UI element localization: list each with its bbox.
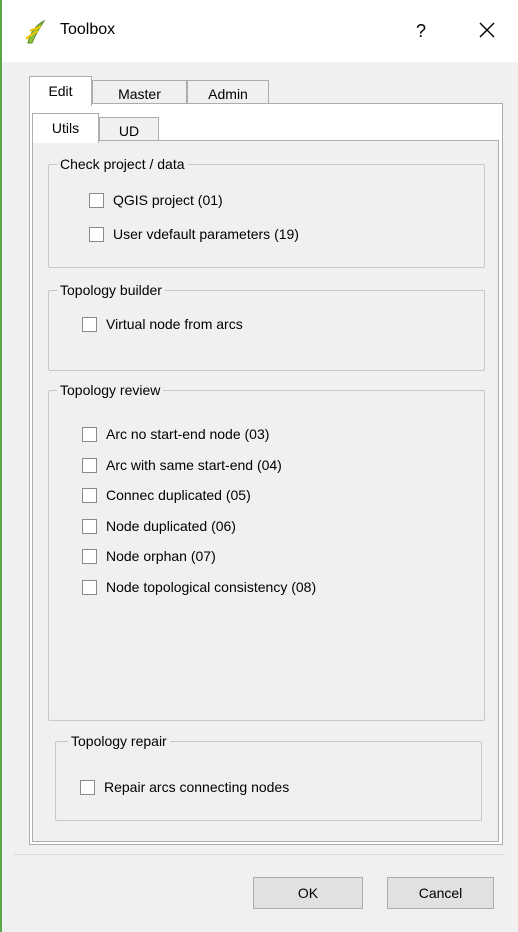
checkbox-node-topological-consistency[interactable]: Node topological consistency (08) bbox=[82, 577, 316, 597]
checkbox-node-duplicated[interactable]: Node duplicated (06) bbox=[82, 516, 236, 536]
checkbox-box[interactable] bbox=[82, 548, 97, 564]
checkbox-box[interactable] bbox=[82, 316, 97, 332]
checkbox-box[interactable] bbox=[89, 192, 104, 208]
checkbox-label: Repair arcs connecting nodes bbox=[104, 779, 290, 795]
group-title: Topology review bbox=[57, 381, 164, 399]
checkbox-box[interactable] bbox=[82, 518, 97, 534]
checkbox-box[interactable] bbox=[89, 226, 104, 242]
checkbox-box[interactable] bbox=[82, 579, 97, 595]
close-icon[interactable] bbox=[472, 15, 502, 45]
group-check-project: Check project / data QGIS project (01) U… bbox=[48, 155, 485, 268]
qgis-icon bbox=[25, 19, 46, 44]
checkbox-box[interactable] bbox=[82, 457, 97, 473]
window-title: Toolbox bbox=[60, 21, 116, 38]
checkbox-box[interactable] bbox=[82, 426, 97, 442]
checkbox-user-vdefault[interactable]: User vdefault parameters (19) bbox=[89, 224, 299, 244]
group-title: Check project / data bbox=[57, 155, 188, 173]
checkbox-arc-same-start-end[interactable]: Arc with same start-end (04) bbox=[82, 455, 282, 475]
checkbox-label: Node topological consistency (08) bbox=[106, 579, 317, 595]
group-topology-builder: Topology builder Virtual node from arcs bbox=[48, 281, 485, 371]
toolbox-dialog: Toolbox ? Edit Master Admin Utils UD Che… bbox=[0, 0, 518, 932]
cancel-button[interactable]: Cancel bbox=[387, 877, 494, 909]
checkbox-label: Node orphan (07) bbox=[106, 548, 216, 564]
checkbox-label: Virtual node from arcs bbox=[106, 316, 243, 332]
group-topology-repair: Topology repair Repair arcs connecting n… bbox=[55, 732, 482, 821]
checkbox-label: QGIS project (01) bbox=[113, 192, 223, 208]
checkbox-label: Connec duplicated (05) bbox=[106, 487, 251, 503]
group-topology-review: Topology review Arc no start-end node (0… bbox=[48, 381, 485, 721]
title-bar[interactable]: Toolbox ? bbox=[2, 0, 518, 62]
bottom-separator bbox=[14, 854, 504, 855]
checkbox-label: Arc no start-end node (03) bbox=[106, 426, 270, 442]
checkbox-box[interactable] bbox=[82, 487, 97, 503]
checkbox-box[interactable] bbox=[80, 779, 95, 795]
checkbox-label: User vdefault parameters (19) bbox=[113, 226, 299, 242]
group-title: Topology builder bbox=[57, 281, 165, 299]
checkbox-label: Arc with same start-end (04) bbox=[106, 457, 282, 473]
checkbox-connec-duplicated[interactable]: Connec duplicated (05) bbox=[82, 485, 251, 505]
help-button[interactable]: ? bbox=[410, 17, 432, 45]
ok-button[interactable]: OK bbox=[253, 877, 363, 909]
tab-utils[interactable]: Utils bbox=[32, 113, 99, 143]
group-title: Topology repair bbox=[68, 732, 170, 750]
checkbox-label: Node duplicated (06) bbox=[106, 518, 236, 534]
tab-edit[interactable]: Edit bbox=[29, 76, 92, 106]
checkbox-repair-arcs[interactable]: Repair arcs connecting nodes bbox=[80, 777, 289, 797]
checkbox-virtual-node[interactable]: Virtual node from arcs bbox=[82, 314, 243, 334]
checkbox-arc-no-start-end[interactable]: Arc no start-end node (03) bbox=[82, 424, 269, 444]
checkbox-qgis-project[interactable]: QGIS project (01) bbox=[89, 190, 223, 210]
checkbox-node-orphan[interactable]: Node orphan (07) bbox=[82, 546, 216, 566]
